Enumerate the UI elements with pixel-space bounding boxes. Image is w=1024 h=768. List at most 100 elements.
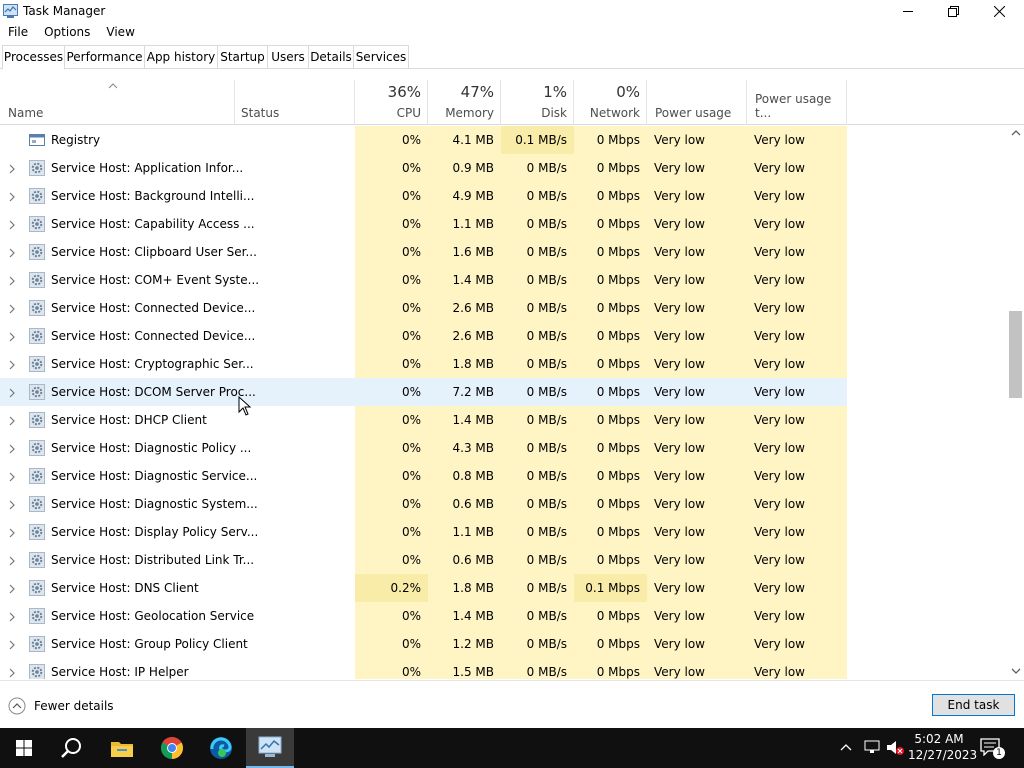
column-header-name[interactable]: Name (0, 80, 235, 125)
network-icon[interactable] (864, 740, 880, 754)
chevron-right-icon[interactable] (8, 415, 16, 426)
disk-cell-value: 0.1 MB/s (515, 133, 567, 147)
table-row[interactable]: Service Host: DHCP Client 0% 1.4 MB 0 MB/s 0… (0, 406, 846, 434)
table-row[interactable]: Service Host: DCOM Server Proc... 0% 7.2 M… (0, 378, 847, 406)
end-task-button[interactable]: End task (932, 694, 1015, 716)
table-row[interactable]: Service Host: Connected Device... 0% 2.6 M… (0, 294, 846, 322)
fewer-details-button[interactable]: Fewer details (8, 697, 114, 715)
restore-button[interactable] (930, 0, 976, 22)
vertical-scrollbar[interactable] (1008, 126, 1024, 679)
table-row[interactable]: Service Host: Capability Access ... 0% 1.1… (0, 210, 846, 238)
search-button[interactable] (48, 728, 96, 768)
tab-strip: Processes Performance App history Startu… (0, 45, 1024, 70)
chevron-right-icon[interactable] (8, 247, 16, 258)
volume-muted-icon[interactable] (886, 740, 904, 756)
column-disk-label: Disk (541, 106, 567, 120)
menu-options[interactable]: Options (36, 22, 98, 43)
cpu-cell-value: 0% (401, 665, 421, 679)
cpu-cell: 0% (355, 182, 428, 210)
tab-users[interactable]: Users (268, 45, 309, 69)
tab-details[interactable]: Details (309, 45, 354, 69)
tab-performance[interactable]: Performance (65, 45, 145, 69)
chevron-right-icon[interactable] (8, 667, 16, 678)
gear-icon (29, 524, 45, 540)
column-header-network[interactable]: 0% Network (574, 80, 647, 125)
chevron-right-icon[interactable] (8, 387, 16, 398)
table-row[interactable]: Service Host: Group Policy Client 0% 1.2 M… (0, 630, 846, 658)
column-header-power-usage[interactable]: Power usage (647, 80, 747, 125)
chevron-right-icon[interactable] (8, 191, 16, 202)
table-row[interactable]: Service Host: Application Infor... 0% 0.9 … (0, 154, 846, 182)
table-row[interactable]: Service Host: Diagnostic Policy ... 0% 4.3… (0, 434, 846, 462)
power-usage-cell-value: Very low (654, 385, 705, 399)
power-usage-cell-value: Very low (654, 637, 705, 651)
table-row[interactable]: Service Host: Diagnostic System... 0% 0.6 … (0, 490, 846, 518)
minimize-button[interactable] (885, 0, 931, 22)
chrome-button[interactable] (148, 728, 196, 768)
scroll-up-icon[interactable] (1011, 130, 1021, 136)
scrollbar-thumb[interactable] (1009, 311, 1022, 398)
column-header-disk[interactable]: 1% Disk (501, 80, 574, 125)
tab-processes[interactable]: Processes (2, 45, 65, 70)
chevron-right-icon[interactable] (8, 303, 16, 314)
table-row[interactable]: Service Host: IP Helper 0% 1.5 MB 0 MB/s 0 M… (0, 658, 846, 679)
chevron-right-icon[interactable] (8, 331, 16, 342)
tab-startup[interactable]: Startup (218, 45, 268, 69)
task-manager-taskbar-button[interactable] (246, 728, 294, 768)
table-row[interactable]: Service Host: Display Policy Serv... 0% 1.… (0, 518, 846, 546)
cpu-cell-value: 0% (401, 637, 421, 651)
network-cell: 0 Mbps (574, 238, 647, 266)
table-row[interactable]: Service Host: Distributed Link Tr... 0% 0.… (0, 546, 846, 574)
cpu-cell: 0% (355, 546, 428, 574)
chevron-right-icon[interactable] (8, 443, 16, 454)
chevron-right-icon[interactable] (8, 611, 16, 622)
menu-file[interactable]: File (0, 22, 36, 43)
tab-services[interactable]: Services (354, 45, 409, 69)
column-header-memory[interactable]: 47% Memory (428, 80, 501, 125)
network-cell-value: 0 Mbps (596, 357, 640, 371)
column-header-power-usage-trend[interactable]: Power usage t... (747, 80, 847, 125)
memory-total-percent: 47% (460, 83, 494, 101)
chevron-right-icon[interactable] (8, 499, 16, 510)
file-explorer-button[interactable] (98, 728, 146, 768)
table-row[interactable]: Service Host: Diagnostic Service... 0% 0.8… (0, 462, 846, 490)
chevron-right-icon[interactable] (8, 275, 16, 286)
chevron-right-icon[interactable] (8, 471, 16, 482)
column-header-status[interactable]: Status (235, 80, 355, 125)
action-center-button[interactable]: 1 (980, 738, 1005, 760)
memory-cell: 4.1 MB (428, 126, 501, 154)
chevron-right-icon[interactable] (8, 219, 16, 230)
scroll-down-icon[interactable] (1011, 668, 1021, 674)
chevron-right-icon[interactable] (8, 163, 16, 174)
table-row[interactable]: Service Host: Geolocation Service 0% 1.4 M… (0, 602, 846, 630)
network-cell-value: 0 Mbps (596, 273, 640, 287)
mouse-cursor-icon (238, 396, 252, 416)
table-row[interactable]: Registry 0% 4.1 MB 0.1 MB/s 0 Mbps Very low Ve… (0, 126, 846, 154)
memory-cell: 1.2 MB (428, 630, 501, 658)
edge-button[interactable] (197, 728, 245, 768)
cpu-cell: 0% (355, 630, 428, 658)
chevron-up-icon[interactable] (840, 740, 852, 754)
table-row[interactable]: Service Host: Connected Device... 0% 2.6 M… (0, 322, 846, 350)
chevron-right-icon[interactable] (8, 639, 16, 650)
close-button[interactable] (976, 0, 1022, 22)
column-header-cpu[interactable]: 36% CPU (355, 80, 428, 125)
table-row[interactable]: Service Host: Cryptographic Ser... 0% 1.8 … (0, 350, 846, 378)
table-row[interactable]: Service Host: DNS Client 0.2% 1.8 MB 0 MB/s… (0, 574, 846, 602)
system-clock[interactable]: 5:02 AM 12/27/2023 (908, 731, 977, 763)
chevron-right-icon[interactable] (8, 583, 16, 594)
network-cell: 0 Mbps (574, 490, 647, 518)
tab-app-history[interactable]: App history (145, 45, 218, 69)
chevron-right-icon[interactable] (8, 555, 16, 566)
menu-view[interactable]: View (98, 22, 142, 43)
power-trend-cell-value: Very low (754, 357, 805, 371)
table-row[interactable]: Service Host: COM+ Event Syste... 0% 1.4 M… (0, 266, 846, 294)
process-name: Service Host: Background Intelli... (51, 189, 255, 203)
power-usage-cell-value: Very low (654, 497, 705, 511)
chevron-right-icon[interactable] (8, 527, 16, 538)
chevron-right-icon[interactable] (8, 359, 16, 370)
network-cell-value: 0 Mbps (596, 161, 640, 175)
table-row[interactable]: Service Host: Background Intelli... 0% 4.9… (0, 182, 846, 210)
table-row[interactable]: Service Host: Clipboard User Ser... 0% 1.6… (0, 238, 846, 266)
windows-start-button[interactable] (0, 728, 48, 768)
